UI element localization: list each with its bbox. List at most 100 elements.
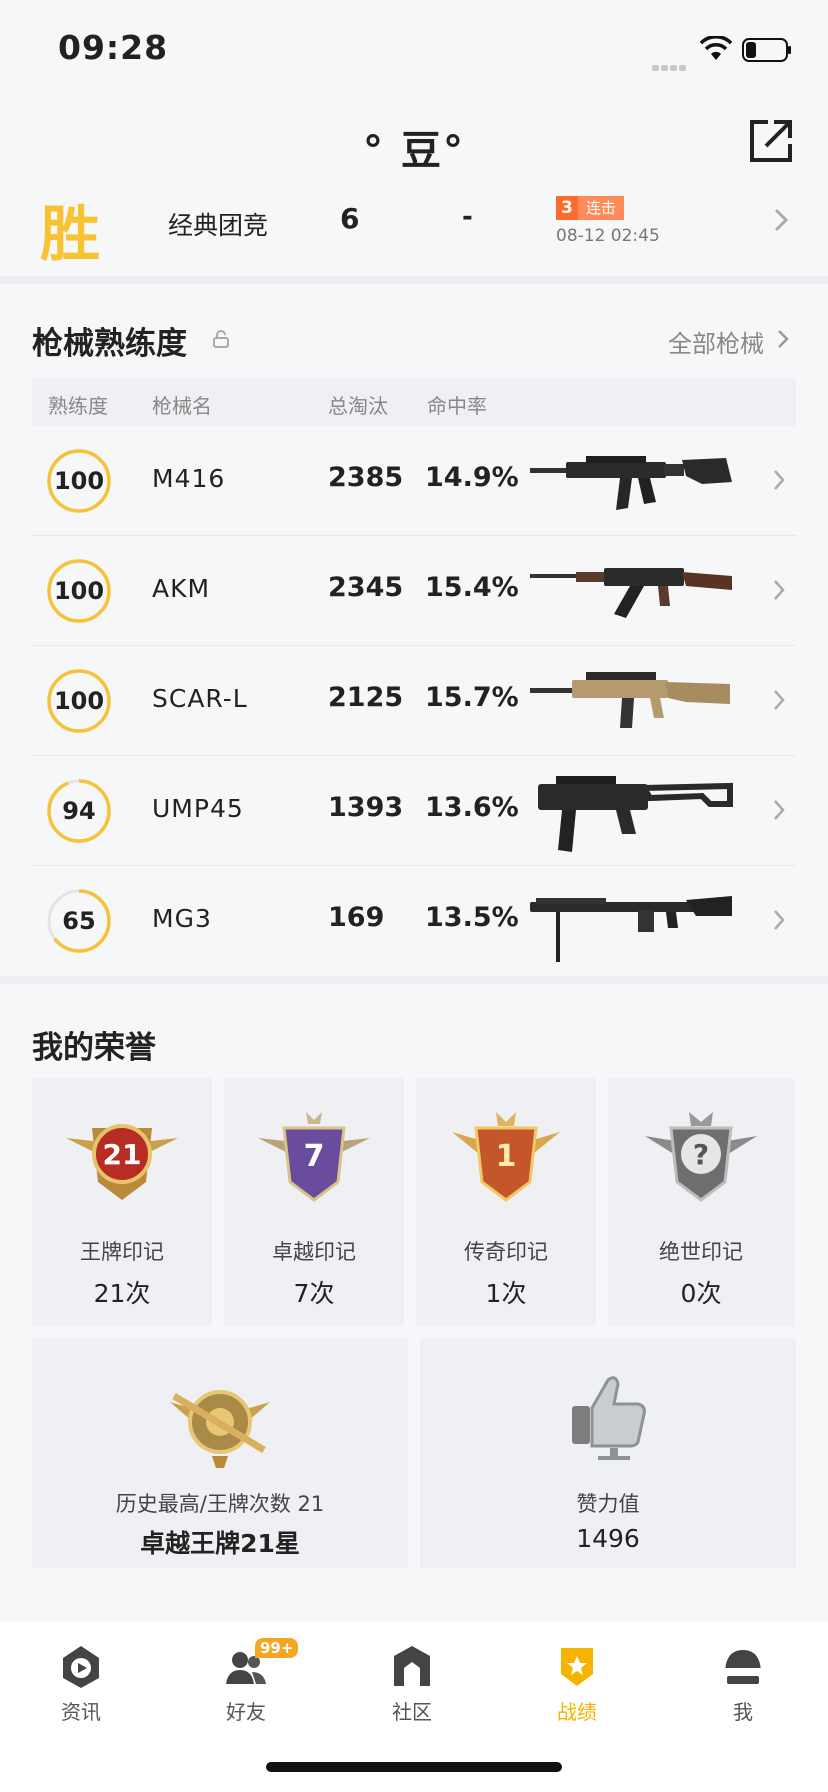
helmet-icon (725, 1650, 761, 1684)
chevron-right-icon (774, 208, 789, 232)
likes-card[interactable]: 赞力值 1496 (420, 1338, 796, 1568)
mastery-level: 65 (62, 907, 96, 935)
honor-label: 传奇印记 (464, 1240, 548, 1264)
m416-rifle-image (530, 456, 732, 510)
col-accuracy: 命中率 (427, 394, 487, 418)
mastery-title: 枪械熟练度 (32, 326, 187, 362)
honor-label: 王牌印记 (80, 1240, 164, 1264)
status-time: 09:28 (58, 28, 169, 67)
ace-medal-icon: 21 (66, 1124, 178, 1200)
excellent-medal-icon: 7 (258, 1112, 370, 1202)
ump45-smg-image (538, 776, 733, 852)
honor-count: 7次 (293, 1279, 335, 1308)
gun-name: UMP45 (152, 794, 244, 823)
record-icon (561, 1648, 593, 1686)
gun-kills: 2125 (328, 682, 404, 713)
honor-card-excellent[interactable]: 7 卓越印记 7次 (224, 1078, 404, 1326)
gun-name: SCAR-L (152, 684, 248, 713)
chevron-right-icon (778, 330, 789, 348)
honor-label: 卓越印记 (272, 1240, 356, 1264)
tab-records[interactable]: 战绩 (522, 1644, 632, 1744)
honor-card-peerless[interactable]: ? 绝世印记 0次 (608, 1078, 794, 1326)
gun-accuracy: 14.9% (425, 462, 519, 493)
match-mode: 经典团竞 (168, 211, 269, 240)
mastery-level: 100 (53, 577, 105, 605)
honor-card-legend[interactable]: 1 传奇印记 1次 (416, 1078, 596, 1326)
page-title: ° 豆° (363, 128, 465, 174)
status-bar: 09:28 (0, 0, 828, 100)
gun-row-scar-l[interactable]: 100 SCAR-L 2125 15.7% (32, 646, 796, 756)
thumbs-up-icon (572, 1376, 646, 1460)
tab-label: 好友 (226, 1700, 266, 1724)
match-datetime: 08-12 02:45 (556, 226, 660, 246)
tab-news[interactable]: 资讯 (26, 1644, 136, 1744)
streak-count: 3 (556, 196, 578, 220)
gun-accuracy: 13.5% (425, 902, 519, 933)
honor-count: 0次 (680, 1279, 722, 1308)
gun-name: MG3 (152, 904, 212, 933)
svg-text:21: 21 (103, 1138, 142, 1171)
last-match-row[interactable]: 胜 经典团竞 6 - 3 连击 08-12 02:45 (0, 180, 828, 272)
streak-label: 连击 (577, 196, 624, 220)
tab-friends[interactable]: 99+ 好友 (191, 1638, 301, 1744)
scar-l-rifle-image (530, 672, 730, 728)
signal-icon (652, 56, 692, 71)
lock-icon[interactable] (212, 330, 230, 348)
honor-card-ace[interactable]: 21 王牌印记 21次 (32, 1078, 212, 1326)
divider (0, 976, 828, 984)
tab-label: 资讯 (61, 1700, 101, 1724)
friends-badge: 99+ (255, 1638, 299, 1658)
tab-label: 战绩 (557, 1700, 597, 1724)
match-kills: 6 (340, 202, 360, 235)
col-kills: 总淘汰 (328, 394, 388, 418)
wifi-icon (700, 36, 732, 60)
chevron-right-icon (774, 580, 785, 600)
mg3-machinegun-image (530, 896, 732, 962)
chevron-right-icon (774, 690, 785, 710)
mastery-level: 94 (62, 797, 96, 825)
gun-name: M416 (152, 464, 226, 493)
tab-me[interactable]: 我 (688, 1644, 798, 1744)
col-mastery: 熟练度 (48, 394, 108, 418)
divider (0, 276, 828, 284)
gun-accuracy: 15.7% (425, 682, 519, 713)
win-badge: 胜 (40, 200, 100, 270)
gun-kills: 1393 (328, 792, 404, 823)
gun-name: AKM (152, 574, 211, 603)
chevron-right-icon (774, 470, 785, 490)
akm-rifle-image (530, 568, 732, 618)
gun-row-m416[interactable]: 100 M416 2385 14.9% (32, 426, 796, 536)
honor-count: 1次 (485, 1279, 527, 1308)
gun-kills: 2345 (328, 572, 404, 603)
share-icon[interactable] (748, 118, 794, 164)
news-icon (63, 1646, 99, 1688)
gun-accuracy: 13.6% (425, 792, 519, 823)
community-icon (394, 1646, 430, 1686)
peerless-medal-icon: ? (645, 1112, 757, 1202)
mastery-level: 100 (53, 467, 105, 495)
battery-icon (742, 38, 791, 62)
highest-tier-card[interactable]: 历史最高/王牌次数 21 卓越王牌21星 (32, 1338, 408, 1568)
gun-accuracy: 15.4% (425, 572, 519, 603)
gun-row-ump45[interactable]: 94 UMP45 1393 13.6% (32, 756, 796, 866)
tab-label: 我 (733, 1700, 753, 1724)
match-placement: - (462, 202, 473, 232)
svg-text:1: 1 (496, 1139, 517, 1174)
svg-text:?: ? (693, 1138, 709, 1171)
gun-row-akm[interactable]: 100 AKM 2345 15.4% (32, 536, 796, 646)
legend-medal-icon: 1 (452, 1112, 560, 1202)
mastery-table-header: 熟练度 枪械名 总淘汰 命中率 (32, 378, 796, 426)
home-indicator (266, 1762, 562, 1772)
chevron-right-icon (774, 910, 785, 930)
mastery-level: 100 (53, 687, 105, 715)
likes-value: 1496 (576, 1524, 640, 1553)
all-guns-link[interactable]: 全部枪械 (668, 324, 764, 359)
tier-emblem-icon (170, 1390, 270, 1468)
gun-row-mg3[interactable]: 65 MG3 169 13.5% (32, 866, 796, 976)
svg-text:7: 7 (304, 1139, 325, 1174)
highest-tier-value: 卓越王牌21星 (140, 1529, 300, 1558)
honor-label: 绝世印记 (659, 1240, 743, 1264)
honor-count: 21次 (93, 1279, 151, 1308)
tab-community[interactable]: 社区 (357, 1644, 467, 1744)
likes-label: 赞力值 (576, 1492, 640, 1516)
